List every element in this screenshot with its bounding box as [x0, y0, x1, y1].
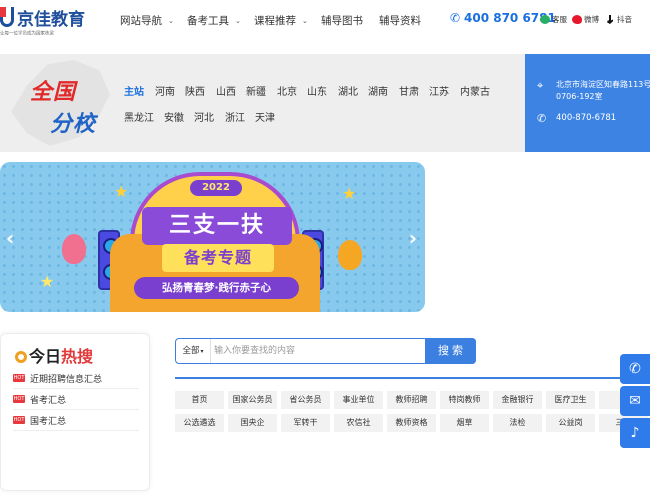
tag-link[interactable]: 国央企 — [228, 414, 277, 432]
city-link[interactable]: 湖北 — [338, 83, 358, 98]
city-link[interactable]: 新疆 — [246, 83, 266, 98]
china-map-icon: 全国 分校 — [6, 60, 110, 146]
branch-title-1: 全国 — [30, 80, 77, 105]
hot-search-panel: 今日热搜 HOT 近期招聘信息汇总 HOT 省考汇总 HOT 国考汇总 — [0, 333, 150, 491]
logo-mark-icon — [0, 7, 14, 27]
phone-icon: ✆ — [629, 361, 641, 377]
tag-link[interactable]: 省公务员 — [281, 391, 330, 409]
float-douyin-button[interactable]: ♪ — [620, 418, 650, 448]
hot-badge: HOT — [13, 395, 25, 403]
social-wechat[interactable]: 客服 — [540, 14, 567, 25]
branch-address: 北京市海淀区知春路113号 0706-192室 — [556, 80, 650, 101]
banner-prev-arrow-icon[interactable]: ‹ — [6, 226, 14, 250]
city-link[interactable]: 内蒙古 — [460, 83, 490, 98]
tag-home[interactable]: 首页 — [175, 391, 224, 409]
location-pin-icon: ⌖ — [537, 79, 544, 92]
tag-link[interactable]: 医疗卫生 — [546, 391, 595, 409]
tag-link[interactable]: 烟草 — [440, 414, 489, 432]
logo-slogan: 让每一位学员成为国家栋梁 — [0, 30, 55, 37]
social-weibo[interactable]: 微博 — [572, 14, 599, 25]
city-link[interactable]: 甘肃 — [399, 83, 419, 98]
star-icon: ★ — [342, 184, 357, 203]
float-phone-button[interactable]: ✆ — [620, 354, 650, 384]
tag-link[interactable]: 教师资格 — [387, 414, 436, 432]
banner-year: 2022 — [190, 180, 242, 196]
wechat-icon: ✉ — [629, 393, 641, 409]
city-link[interactable]: 河北 — [194, 109, 214, 124]
chevron-down-icon: ▾ — [200, 348, 204, 355]
tag-link[interactable]: 农信社 — [334, 414, 383, 432]
banner-title: 三支一扶 — [142, 207, 292, 245]
search-bar: 全部▾ 搜 索 — [175, 338, 476, 364]
hot-badge: HOT — [13, 416, 25, 424]
banner-next-arrow-icon[interactable]: › — [409, 226, 417, 250]
promo-banner[interactable]: ★ ★ ★ 2022 三支一扶 备考专题 弘扬青春梦·践行赤子心 ‹ › — [0, 162, 425, 312]
wechat-icon — [540, 15, 550, 24]
nav-item-books[interactable]: 辅导图书 — [321, 13, 363, 28]
tag-link[interactable]: 军转干 — [281, 414, 330, 432]
contact-panel: ⌖ 北京市海淀区知春路113号 0706-192室 ✆ 400-870-6781 — [525, 54, 650, 152]
search-category-select[interactable]: 全部▾ — [176, 339, 211, 363]
city-link-main[interactable]: 主站 — [124, 83, 144, 98]
city-link[interactable]: 山东 — [307, 83, 327, 98]
tag-link[interactable]: 国家公务员 — [228, 391, 277, 409]
tag-link[interactable]: 事业单位 — [334, 391, 383, 409]
nav-item-materials[interactable]: 辅导资料 — [379, 13, 421, 28]
banner-illustration: 2022 三支一扶 备考专题 弘扬青春梦·践行赤子心 — [90, 172, 340, 312]
search-input[interactable] — [214, 341, 422, 361]
branch-selector: 全国 分校 主站 河南 陕西 山西 新疆 北京 山东 湖北 湖南 甘肃 江苏 内… — [0, 54, 525, 152]
nav-item-courses[interactable]: 课程推荐 ⌄ — [254, 13, 308, 28]
douyin-icon: ♪ — [630, 425, 640, 441]
banner-ribbon: 弘扬青春梦·践行赤子心 — [134, 277, 299, 299]
hot-search-list: HOT 近期招聘信息汇总 HOT 省考汇总 HOT 国考汇总 — [13, 368, 139, 431]
branch-tel[interactable]: 400-870-6781 — [556, 113, 616, 123]
balloon-icon — [62, 234, 86, 264]
tag-link[interactable]: 公益岗 — [546, 414, 595, 432]
nav-item-site-guide[interactable]: 网站导航 ⌄ — [120, 13, 174, 28]
social-douyin[interactable]: 抖音 — [605, 14, 632, 25]
tag-link[interactable]: 教师招聘 — [387, 391, 436, 409]
city-link[interactable]: 安徽 — [164, 109, 184, 124]
phone-icon: ✆ — [537, 112, 547, 125]
logo[interactable]: 京佳教育 让每一位学员成为国家栋梁 — [0, 5, 86, 37]
tag-link[interactable]: 特岗教师 — [440, 391, 489, 409]
category-tags: 首页 国家公务员 省公务员 事业单位 教师招聘 特岗教师 金融银行 医疗卫生 社… — [175, 377, 650, 437]
list-item[interactable]: HOT 近期招聘信息汇总 — [13, 368, 139, 389]
city-link[interactable]: 陕西 — [185, 83, 205, 98]
site-header: 京佳教育 让每一位学员成为国家栋梁 网站导航 ⌄ 备考工具 ⌄ 课程推荐 ⌄ 辅导图书… — [0, 0, 650, 42]
search-button[interactable]: 搜 索 — [425, 338, 476, 364]
city-link[interactable]: 北京 — [277, 83, 297, 98]
banner-subtitle: 备考专题 — [162, 244, 274, 272]
branch-title-2: 分校 — [50, 112, 97, 137]
list-item[interactable]: HOT 国考汇总 — [13, 410, 139, 431]
search-icon — [15, 351, 27, 363]
chevron-down-icon: ⌄ — [302, 17, 308, 25]
douyin-icon — [607, 15, 613, 24]
hot-badge: HOT — [13, 374, 25, 382]
chevron-down-icon: ⌄ — [168, 17, 174, 25]
float-wechat-button[interactable]: ✉ — [620, 386, 650, 416]
tag-link[interactable]: 法检 — [493, 414, 542, 432]
star-icon: ★ — [40, 272, 55, 291]
city-link[interactable]: 天津 — [255, 109, 275, 124]
list-item[interactable]: HOT 省考汇总 — [13, 389, 139, 410]
tag-link[interactable]: 公选遴选 — [175, 414, 224, 432]
tag-link[interactable]: 金融银行 — [493, 391, 542, 409]
city-link[interactable]: 河南 — [155, 83, 175, 98]
nav-item-exam-tools[interactable]: 备考工具 ⌄ — [187, 13, 241, 28]
chevron-down-icon: ⌄ — [235, 17, 241, 25]
weibo-icon — [572, 15, 582, 24]
logo-text: 京佳教育 — [17, 10, 85, 30]
hot-search-title: 今日热搜 — [15, 343, 93, 367]
balloon-icon — [338, 240, 362, 270]
city-link[interactable]: 浙江 — [225, 109, 245, 124]
phone-icon: ✆ — [450, 11, 461, 25]
city-link[interactable]: 山西 — [216, 83, 236, 98]
city-link[interactable]: 湖南 — [368, 83, 388, 98]
city-link[interactable]: 黑龙江 — [124, 109, 154, 124]
city-link[interactable]: 江苏 — [429, 83, 449, 98]
